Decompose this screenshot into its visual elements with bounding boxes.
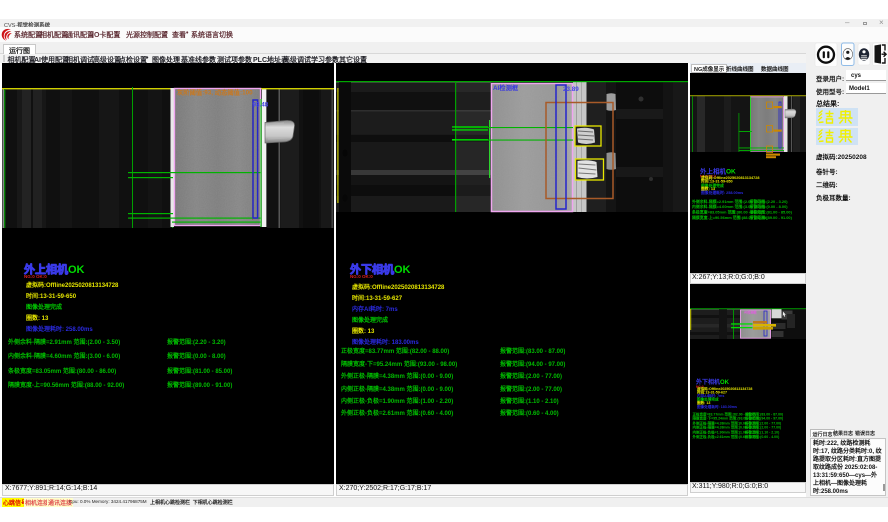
svg-text:报警范围:(94.00 - 97.00): 报警范围:(94.00 - 97.00) [745,416,783,421]
svg-text:AI检测框: AI检测框 [493,83,519,92]
svg-text:报警范围:(89.00 - 91.00): 报警范围:(89.00 - 91.00) [749,215,793,220]
svg-text:报警范围:(0.00 - 8.00): 报警范围:(0.00 - 8.00) [749,204,789,209]
svg-text:报警范围:(81.00 - 85.00): 报警范围:(81.00 - 85.00) [749,210,793,215]
svg-text:93.48: 93.48 [253,102,269,109]
svg-text:23.89: 23.89 [563,86,579,93]
svg-text:图像处理耗时: 258.00ms: 图像处理耗时: 258.00ms [701,190,743,195]
svg-text:报警范围:(2.00 - 77.00): 报警范围:(2.00 - 77.00) [745,420,781,425]
svg-text:报警范围:(1.10 - 2.10): 报警范围:(1.10 - 2.10) [745,430,779,435]
svg-text:AI检测框: AI检测框 [744,310,758,315]
svg-text:报警范围:(2.00 - 77.00): 报警范围:(2.00 - 77.00) [745,425,781,430]
svg-text:灰阶阈值:93, 动态阈值:100: 灰阶阈值:93, 动态阈值:100 [177,88,253,97]
svg-text:图像处理耗时: 183.00ms: 图像处理耗时: 183.00ms [697,404,737,409]
svg-text:报警范围:(0.60 - 4.00): 报警范围:(0.60 - 4.00) [745,434,779,439]
svg-text:报警范围:(83.00 - 87.00): 报警范围:(83.00 - 87.00) [745,411,783,416]
